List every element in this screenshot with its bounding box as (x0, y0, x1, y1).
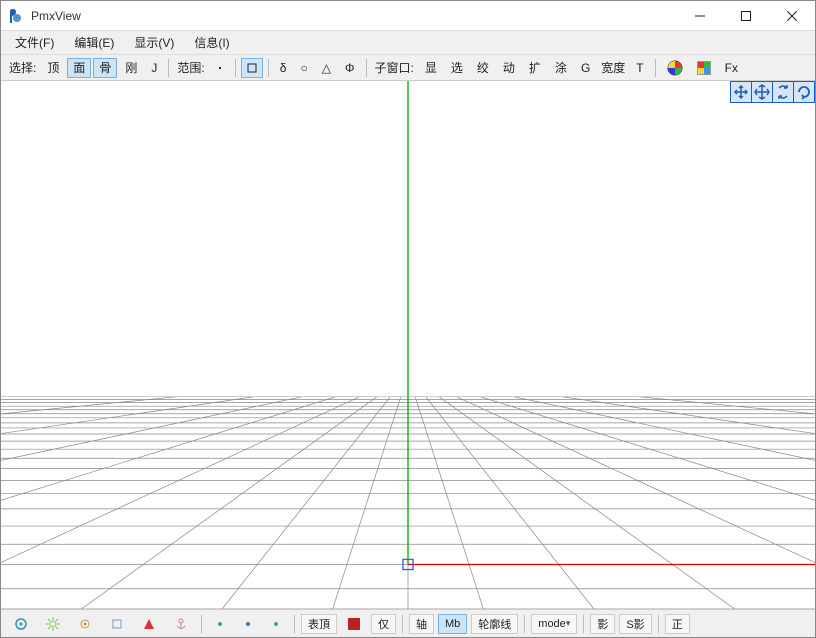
window-title: PmxView (29, 9, 677, 23)
minimize-button[interactable] (677, 1, 723, 31)
surface-button[interactable]: 表頂 (301, 614, 337, 634)
view-nav-overlay (731, 81, 815, 103)
viewport[interactable] (1, 81, 815, 609)
window-controls (677, 1, 815, 31)
colorwheel-button[interactable] (661, 58, 689, 78)
rotate-icon[interactable] (772, 81, 794, 103)
bottom-toolbar: 表頂 仅 轴 Mb 轮廓线 mode 影 S影 正 (1, 609, 815, 637)
outline-button[interactable]: 轮廓线 (471, 614, 518, 634)
width-label: 宽度 (597, 59, 629, 76)
separator (583, 615, 584, 633)
only-button[interactable]: 仅 (371, 614, 396, 634)
separator (268, 59, 269, 77)
move-icon[interactable] (751, 81, 773, 103)
triangle-red-icon[interactable] (135, 614, 163, 634)
orbit-icon[interactable] (793, 81, 815, 103)
separator (658, 615, 659, 633)
color-swatch-red[interactable] (341, 614, 367, 634)
separator (524, 615, 525, 633)
sub-show-button[interactable]: 显 (419, 58, 443, 78)
dot-blue-icon[interactable] (236, 614, 260, 634)
ortho-button[interactable]: 正 (665, 614, 690, 634)
sub-t-button[interactable]: T (630, 58, 649, 78)
fx-button[interactable]: Fx (719, 58, 744, 78)
menu-edit[interactable]: 编辑(E) (64, 32, 124, 53)
sshadow-button[interactable]: S影 (619, 614, 651, 634)
sub-select-button[interactable]: 选 (445, 58, 469, 78)
separator (235, 59, 236, 77)
app-icon (1, 8, 29, 24)
separator (168, 59, 169, 77)
axis-button[interactable]: 轴 (409, 614, 434, 634)
delta-button[interactable]: δ (274, 58, 293, 78)
color-grid-button[interactable] (691, 58, 717, 78)
app-window: PmxView 文件(F) 编辑(E) 显示(V) 信息(I) 选择: 顶 面 … (0, 0, 816, 638)
select-vertex-button[interactable]: 顶 (41, 58, 65, 78)
shadow-button[interactable]: 影 (590, 614, 615, 634)
close-button[interactable] (769, 1, 815, 31)
sub-g-button[interactable]: G (575, 58, 596, 78)
target-icon[interactable] (7, 614, 35, 634)
menubar: 文件(F) 编辑(E) 显示(V) 信息(I) (1, 31, 815, 55)
phi-button[interactable]: Φ (339, 58, 361, 78)
separator (294, 615, 295, 633)
select-bone-button[interactable]: 骨 (93, 58, 117, 78)
menu-display[interactable]: 显示(V) (124, 32, 184, 53)
sub-paint-button[interactable]: 涂 (549, 58, 573, 78)
cube-icon[interactable] (103, 614, 131, 634)
separator (366, 59, 367, 77)
sub-expand-button[interactable]: 扩 (523, 58, 547, 78)
range-square-icon[interactable] (241, 58, 263, 78)
sun-icon[interactable] (39, 614, 67, 634)
circle-button[interactable]: ○ (294, 58, 313, 78)
select-face-button[interactable]: 面 (67, 58, 91, 78)
range-label: 范围: (173, 59, 208, 76)
select-joint-button[interactable]: J (145, 58, 163, 78)
dot-green-icon[interactable] (208, 614, 232, 634)
titlebar: PmxView (1, 1, 815, 31)
select-rigid-button[interactable]: 刚 (119, 58, 143, 78)
dot-cyan-icon[interactable] (264, 614, 288, 634)
subwindow-label: 子窗口: (371, 59, 418, 76)
select-label: 选择: (5, 59, 40, 76)
menu-file[interactable]: 文件(F) (5, 32, 64, 53)
grid-plane (1, 81, 815, 609)
mode-dropdown[interactable]: mode (531, 614, 577, 634)
maximize-button[interactable] (723, 1, 769, 31)
range-dot-icon[interactable] (210, 58, 230, 78)
sub-weight-button[interactable]: 绞 (471, 58, 495, 78)
pan-icon[interactable] (730, 81, 752, 103)
separator (201, 615, 202, 633)
triangle-button[interactable]: △ (316, 58, 337, 78)
separator (402, 615, 403, 633)
separator (655, 59, 656, 77)
mb-button[interactable]: Mb (438, 614, 467, 634)
sub-anim-button[interactable]: 动 (497, 58, 521, 78)
node-icon[interactable] (71, 614, 99, 634)
toolbar: 选择: 顶 面 骨 刚 J 范围: δ ○ △ Φ 子窗口: 显 选 绞 动 扩… (1, 55, 815, 81)
anchor-icon[interactable] (167, 614, 195, 634)
menu-info[interactable]: 信息(I) (184, 32, 239, 53)
